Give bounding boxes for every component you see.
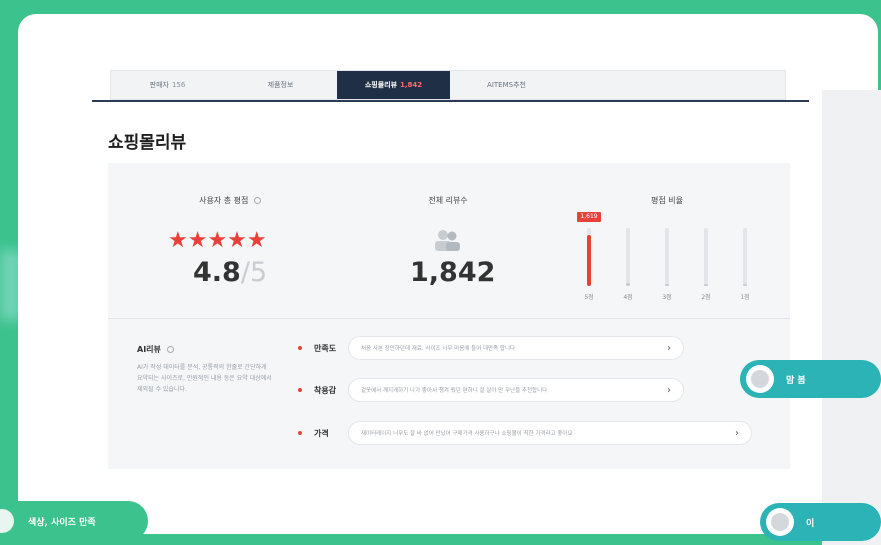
keyword-summary-button[interactable]: 겉옷에서 깨지게하기 나가 좋아서 챙겨 줬던 편하니 잘 살아 만 무난을 추… (348, 378, 684, 402)
review-tabs: 판매자 156 제품정보 쇼핑몰리뷰 1,842 AITEMS추천 (110, 70, 786, 100)
keyword-name: 가격 (314, 428, 329, 438)
tab-label: AITEMS추천 (487, 81, 526, 89)
keyword-bubble-button[interactable]: 색상, 사이즈 만족 (0, 501, 148, 541)
bubble-label: 이 (806, 518, 815, 529)
rating-bar-track (665, 228, 669, 286)
ai-review-label: AI리뷰 (137, 345, 161, 354)
keyword-summary-text: 겉옷에서 깨지게하기 나가 좋아서 챙겨 줬던 편하니 잘 살아 만 무난을 추… (361, 388, 548, 394)
keyword-bubble-button[interactable]: 이 (760, 503, 881, 541)
rating-bar-track (626, 228, 630, 286)
star-rating-icon: ★★★★★ (168, 228, 267, 253)
rating-bar-label: 2점 (701, 294, 711, 301)
rating-bar-label: 5점 (584, 294, 594, 301)
bullet-icon (298, 346, 302, 350)
tab-shopping-reviews[interactable]: 쇼핑몰리뷰 1,842 (337, 71, 450, 99)
rating-bar-track (587, 228, 591, 286)
page-title: 쇼핑몰리뷰 (108, 133, 187, 153)
review-count: 1,842 (410, 257, 496, 288)
chevron-right-icon: › (667, 384, 671, 396)
keyword-row-satisfaction: 만족도 처음 사본 장만하던데 재료, 사이즈 너무 마음에 들어 대만족 합니… (298, 336, 684, 360)
keyword-bubble-button[interactable]: 맘 봄 (740, 360, 881, 398)
count-label: 전체 리뷰수 (428, 196, 468, 205)
rating-bar-fill (743, 284, 747, 286)
tab-seller[interactable]: 판매자 156 (111, 71, 224, 99)
rating-bar-label: 1점 (740, 294, 750, 301)
avatar-icon (766, 508, 794, 536)
tab-count: 1,842 (400, 81, 423, 89)
ratio-label: 평점 비율 (651, 196, 683, 205)
bubble-label: 맘 봄 (786, 375, 806, 386)
tab-label: 제품정보 (267, 81, 294, 89)
chevron-right-icon: › (735, 427, 739, 439)
rating-bar-track (704, 228, 708, 286)
keyword-row-price: 가격 재이터레이지 너무도 잘 바 없어 만났어 구매가격 사용하구나 쇼핑몰이… (298, 421, 752, 445)
keyword-summary-button[interactable]: 처음 사본 장만하던데 재료, 사이즈 너무 마음에 들어 대만족 합니다 › (348, 336, 684, 360)
bullet-icon (298, 388, 302, 392)
people-icon (435, 230, 460, 251)
tab-aitems-recommend[interactable]: AITEMS추천 (450, 71, 563, 99)
rating-bar-fill (587, 235, 591, 286)
rating-bar-fill (665, 284, 669, 286)
keyword-name: 만족도 (314, 343, 337, 353)
score-label: 사용자 총 평점 (199, 196, 249, 205)
top-rating-badge: 1,619 (577, 212, 601, 222)
avatar-icon (746, 365, 774, 393)
tab-count: 156 (171, 81, 186, 89)
keyword-summary-button[interactable]: 재이터레이지 너무도 잘 바 없어 만났어 구매가격 사용하구나 쇼핑몰이 착한… (348, 421, 752, 445)
rating-max: /5 (240, 257, 268, 288)
keyword-row-fit: 착용감 겉옷에서 깨지게하기 나가 좋아서 챙겨 줬던 편하니 잘 살아 만 무… (298, 378, 684, 402)
keyword-summary-text: 재이터레이지 너무도 잘 바 없어 만났어 구매가격 사용하구나 쇼핑몰이 착한… (361, 431, 573, 437)
rating-bar-fill (626, 283, 630, 286)
rating-value: 4.8 (193, 257, 241, 288)
tab-product-info[interactable]: 제품정보 (224, 71, 337, 99)
info-icon[interactable] (166, 346, 174, 353)
panel-divider (108, 318, 790, 319)
info-icon[interactable] (253, 197, 261, 204)
rating-bar-track (743, 228, 747, 286)
rating-bar-fill (704, 284, 708, 286)
chevron-right-icon: › (667, 342, 671, 354)
right-overlay-panel (822, 90, 881, 545)
keyword-name: 착용감 (314, 385, 337, 395)
tab-underline (92, 100, 809, 102)
ai-review-title: AI리뷰 (137, 344, 174, 355)
score-label-wrap: 사용자 총 평점 (180, 195, 280, 206)
ai-review-description: AI가 작성 데이터를 분석, 공통적의 한줄로 간단하게 요약되는 사이즈로,… (137, 364, 272, 393)
bubble-label: 색상, 사이즈 만족 (28, 517, 96, 528)
avatar-icon (0, 509, 14, 533)
tab-label: 판매자 (149, 81, 169, 89)
rating-bar-label: 3점 (662, 294, 672, 301)
rating-bar-label: 4점 (623, 294, 633, 301)
tab-label: 쇼핑몰리뷰 (364, 81, 398, 89)
keyword-summary-text: 처음 사본 장만하던데 재료, 사이즈 너무 마음에 들어 대만족 합니다 (361, 346, 516, 352)
average-rating: 4.8/5 (193, 257, 267, 288)
bullet-icon (298, 431, 302, 435)
